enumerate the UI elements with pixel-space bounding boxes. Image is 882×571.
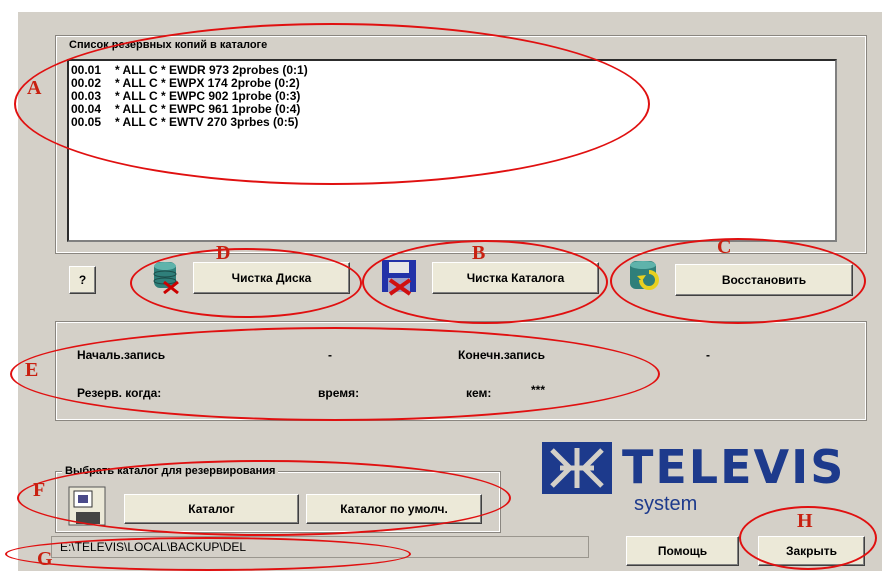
logo-subtitle: system [634, 493, 698, 515]
by-label: кем: [466, 386, 492, 400]
annotation-letter-g: G [37, 548, 53, 570]
catalog-button[interactable]: Каталог [124, 494, 299, 524]
annotation-letter-e: E [25, 359, 39, 381]
catalog-icon[interactable] [68, 486, 106, 526]
backup-list-title: Список резервных копий в каталоге [66, 39, 271, 51]
clean-catalog-button[interactable]: Чистка Каталога [432, 262, 599, 294]
select-catalog-title: Выбрать каталог для резервирования [62, 465, 279, 477]
annotation-letter-b: B [472, 242, 486, 264]
end-record-value: - [706, 348, 710, 362]
start-record-label: Началь.запись [77, 348, 166, 362]
backup-when-label: Резерв. когда: [77, 386, 162, 400]
time-label: время: [318, 386, 360, 400]
restore-button[interactable]: Восстановить [675, 264, 853, 296]
catalog-path-field: E:\TELEVIS\LOCAL\BACKUP\DEL [51, 536, 589, 558]
database-delete-icon [150, 260, 182, 295]
floppy-delete-icon [380, 258, 420, 296]
backup-listbox[interactable]: 00.01 * ALL C * EWDR 973 2probes (0:1) 00… [67, 59, 837, 242]
end-record-label: Конечн.запись [458, 348, 545, 362]
annotation-letter-d: D [216, 242, 231, 264]
clean-disk-button[interactable]: Чистка Диска [193, 262, 350, 294]
annotation-letter-f: F [33, 479, 46, 501]
help-button[interactable]: Помощь [626, 536, 739, 566]
default-catalog-button[interactable]: Каталог по умолч. [306, 494, 482, 524]
record-info-group [55, 321, 867, 421]
annotation-letter-a: A [27, 77, 42, 99]
help-question-button[interactable]: ? [69, 266, 96, 294]
annotation-letter-h: H [797, 510, 813, 532]
start-record-value: - [328, 348, 332, 362]
list-item[interactable]: 00.05 * ALL C * EWTV 270 3prbes (0:5) [71, 116, 833, 129]
close-button[interactable]: Закрыть [758, 536, 865, 566]
logo-brand-text: TELEVIS [622, 440, 846, 494]
by-value: *** [531, 383, 546, 397]
database-restore-icon [627, 258, 663, 294]
annotation-letter-c: C [717, 236, 732, 258]
televis-logo-icon [540, 440, 614, 496]
